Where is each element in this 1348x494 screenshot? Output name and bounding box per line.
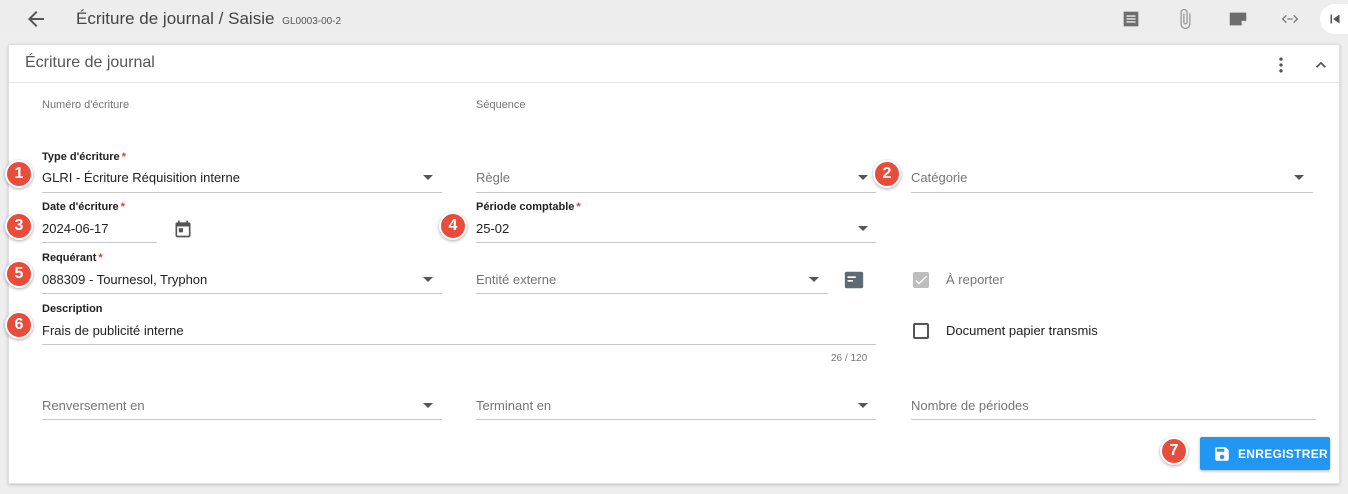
required-mark: * <box>576 201 581 213</box>
card-title: Écriture de journal <box>25 54 155 71</box>
page-title: Écriture de journal / Saisie GL0003-00-2 <box>76 9 341 29</box>
calendar-icon[interactable] <box>173 219 193 239</box>
external-entity-select[interactable]: Entité externe <box>476 272 556 287</box>
entry-date-label-text: Date d'écriture <box>42 201 119 213</box>
entry-date-label: Date d'écriture * <box>42 201 125 213</box>
entry-date-underline <box>42 242 157 243</box>
annotation-badge-4: 4 <box>439 212 467 240</box>
period-count-input[interactable]: Nombre de périodes <box>911 398 1029 413</box>
category-select[interactable]: Catégorie <box>911 170 967 185</box>
reversal-dropdown-icon[interactable] <box>423 403 433 408</box>
ending-in-select[interactable]: Terminant en <box>476 398 551 413</box>
required-mark: * <box>98 252 103 264</box>
carry-forward-label: À reporter <box>946 272 1004 287</box>
first-page-icon <box>1330 14 1340 24</box>
annotation-badge-6: 6 <box>5 311 33 339</box>
sequence-label: Séquence <box>476 99 526 111</box>
document-code: GL0003-00-2 <box>282 16 342 27</box>
save-button-label: ENREGISTRER <box>1238 447 1328 461</box>
accounting-period-label-text: Période comptable <box>476 201 575 213</box>
card-header: Écriture de journal <box>9 45 1339 83</box>
requester-label-text: Requérant <box>42 252 97 264</box>
requester-underline <box>42 293 442 294</box>
annotation-badge-5: 5 <box>5 260 33 288</box>
requester-label: Requérant * <box>42 252 103 264</box>
annotation-badge-3: 3 <box>5 212 33 240</box>
save-button[interactable]: ENREGISTRER <box>1200 437 1330 470</box>
first-page-button[interactable] <box>1320 4 1348 34</box>
entry-type-label-text: Type d'écriture <box>42 151 120 163</box>
entry-type-label: Type d'écriture * <box>42 151 126 163</box>
accounting-period-select[interactable]: 25-02 <box>476 221 509 236</box>
accounting-period-label: Période comptable * <box>476 201 581 213</box>
rule-underline <box>476 192 876 193</box>
ending-in-underline <box>476 419 876 420</box>
category-underline <box>911 192 1313 193</box>
reversal-underline <box>42 419 442 420</box>
description-input[interactable]: Frais de publicité interne <box>42 323 184 338</box>
journal-entry-card: Écriture de journal Numéro d'écriture Sé… <box>8 44 1340 484</box>
external-entity-underline <box>476 293 828 294</box>
external-entity-dropdown-icon[interactable] <box>809 277 819 282</box>
code-icon[interactable] <box>1279 8 1301 30</box>
period-count-underline <box>911 419 1316 420</box>
requester-select[interactable]: 088309 - Tournesol, Tryphon <box>42 272 207 287</box>
rule-dropdown-icon[interactable] <box>858 175 868 180</box>
accounting-period-dropdown-icon[interactable] <box>858 226 868 231</box>
character-counter: 26 / 120 <box>831 353 868 364</box>
top-bar: Écriture de journal / Saisie GL0003-00-2 <box>0 0 1348 38</box>
paper-document-label: Document papier transmis <box>946 323 1098 338</box>
list-icon[interactable] <box>1120 8 1142 30</box>
details-card-icon[interactable] <box>843 269 865 291</box>
required-mark: * <box>120 201 125 213</box>
back-arrow-icon[interactable] <box>24 7 48 31</box>
paper-document-checkbox[interactable] <box>913 323 929 339</box>
entry-date-input[interactable]: 2024-06-17 <box>42 221 109 236</box>
note-icon[interactable] <box>1227 8 1249 30</box>
entry-type-select[interactable]: GLRI - Écriture Réquisition interne <box>42 170 240 185</box>
more-vert-icon[interactable] <box>1271 55 1291 75</box>
entry-number-label: Numéro d'écriture <box>42 99 130 111</box>
reversal-select[interactable]: Renversement en <box>42 398 145 413</box>
description-underline <box>42 344 876 345</box>
description-label: Description <box>42 303 103 315</box>
annotation-badge-7: 7 <box>1160 437 1188 465</box>
entry-type-underline <box>42 192 442 193</box>
annotation-badge-2: 2 <box>873 160 901 188</box>
carry-forward-checkbox[interactable] <box>913 272 929 288</box>
annotation-badge-1: 1 <box>5 160 33 188</box>
category-dropdown-icon[interactable] <box>1294 175 1304 180</box>
accounting-period-underline <box>476 242 876 243</box>
required-mark: * <box>121 151 126 163</box>
entry-type-dropdown-icon[interactable] <box>423 175 433 180</box>
save-icon <box>1215 447 1229 461</box>
page-title-text: Écriture de journal / Saisie <box>76 9 275 28</box>
chevron-up-icon[interactable] <box>1311 55 1331 75</box>
ending-in-dropdown-icon[interactable] <box>858 403 868 408</box>
attachment-icon[interactable] <box>1174 8 1196 30</box>
rule-select[interactable]: Règle <box>476 170 510 185</box>
requester-dropdown-icon[interactable] <box>423 277 433 282</box>
